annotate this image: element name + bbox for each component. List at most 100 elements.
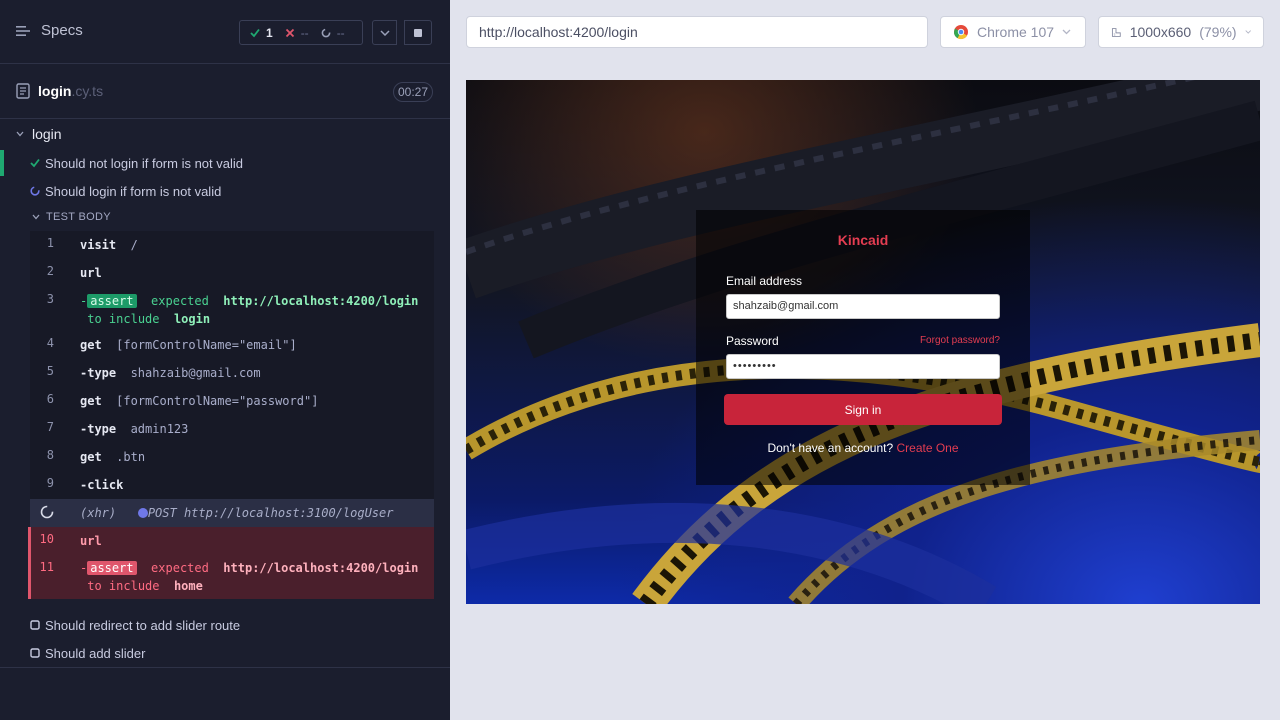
command-arg: /: [130, 238, 138, 252]
command-name: url: [80, 266, 102, 280]
test-item[interactable]: Should add slider: [0, 639, 450, 667]
assert-text: expected: [151, 561, 209, 575]
assert-value: home: [173, 579, 203, 593]
sign-in-button[interactable]: Sign in: [724, 394, 1002, 425]
pending-spinner-icon: [321, 28, 331, 37]
assert-badge: assert: [87, 561, 137, 575]
test-label: Should redirect to add slider route: [45, 618, 241, 633]
command-number: 2: [46, 264, 54, 278]
assert-value: http://localhost:4200/login: [223, 294, 419, 308]
spec-duration: 00:27: [393, 82, 433, 102]
password-field[interactable]: •••••••••: [726, 354, 1000, 379]
test-item[interactable]: Should redirect to add slider route: [0, 611, 450, 639]
signup-prompt: Don't have an account? Create One: [696, 441, 1030, 455]
command-log: 1 visit / 2 url 3 - assert expected http:…: [30, 231, 434, 599]
xhr-row[interactable]: (xhr) POST http://localhost:3100/logUser: [30, 499, 434, 527]
spec-ext: .cy.ts: [71, 83, 104, 99]
check-icon: [30, 158, 40, 168]
running-spinner-icon: [30, 186, 40, 196]
test-item[interactable]: Should not login if form is not valid: [0, 149, 450, 177]
xhr-status-dot: [137, 508, 148, 518]
chevron-down-icon: [16, 131, 24, 137]
pending-count: --: [336, 25, 345, 40]
test-label: Should not login if form is not valid: [45, 156, 243, 171]
command-name: visit: [80, 238, 117, 252]
command-number: 7: [46, 420, 54, 434]
failed-stat: --: [285, 26, 309, 40]
passed-stat: 1: [250, 26, 273, 40]
stats-summary: 1 -- --: [239, 20, 363, 45]
test-label: Should add slider: [45, 646, 146, 661]
reporter-panel: Specs 1 -- -- login.cy.ts 00:27 login Sh…: [0, 0, 450, 720]
xhr-url: http://localhost:3100/logUser: [183, 506, 394, 520]
pending-stat: --: [321, 26, 345, 40]
browser-name: Chrome 107: [977, 24, 1055, 40]
assert-text: to: [87, 579, 102, 593]
divider: [0, 667, 450, 668]
email-label: Email address: [726, 274, 803, 288]
command-row-failed[interactable]: 11 - assert expected http://localhost:420…: [30, 555, 434, 599]
stop-button[interactable]: [404, 20, 432, 45]
loading-spinner-icon: [40, 505, 54, 519]
test-body-label: TEST BODY: [46, 211, 111, 223]
email-field[interactable]: shahzaib@gmail.com: [726, 294, 1000, 319]
chrome-icon: [953, 25, 968, 40]
test-item[interactable]: Should login if form is not valid: [0, 177, 450, 205]
specs-menu-icon: [16, 25, 30, 36]
command-row-failed[interactable]: 10 url: [30, 527, 434, 555]
command-name: get: [80, 338, 102, 352]
viewport-info[interactable]: 1000x660 (79%): [1098, 16, 1264, 48]
assert-text: include: [108, 579, 160, 593]
command-name: -click: [80, 478, 124, 492]
command-name: url: [80, 534, 102, 548]
suite-title[interactable]: login: [16, 126, 62, 142]
chevron-down-icon: [32, 214, 40, 220]
password-label: Password: [726, 334, 779, 348]
collapse-button[interactable]: [372, 20, 397, 45]
app-preview: Kincaid Email address shahzaib@gmail.com…: [466, 80, 1260, 604]
assert-value: http://localhost:4200/login: [223, 561, 419, 575]
browser-selector[interactable]: Chrome 107: [940, 16, 1086, 48]
command-number: 1: [46, 236, 54, 250]
command-arg: admin123: [130, 422, 189, 436]
test-body-header[interactable]: TEST BODY: [32, 211, 111, 223]
command-arg: .btn: [116, 450, 146, 464]
suite-label: login: [32, 126, 62, 142]
command-name: get: [80, 394, 102, 408]
command-arg: [formControlName="password"]: [116, 394, 319, 408]
command-number: 11: [39, 560, 54, 574]
command-arg: shahzaib@gmail.com: [130, 366, 261, 380]
test-label: Should login if form is not valid: [45, 184, 222, 199]
passed-count: 1: [266, 25, 273, 40]
check-icon: [250, 28, 260, 37]
assert-text: to: [87, 312, 102, 326]
create-account-link[interactable]: Create One: [897, 441, 959, 455]
spec-title[interactable]: login.cy.ts: [16, 83, 103, 99]
command-number: 9: [46, 476, 54, 490]
chevron-down-icon: [1062, 29, 1071, 35]
url-bar[interactable]: http://localhost:4200/login: [466, 16, 928, 48]
pending-checkbox-icon: [30, 620, 40, 630]
xhr-method: POST: [147, 506, 177, 520]
document-icon: [16, 83, 30, 99]
spec-name: login: [38, 83, 72, 99]
brand-title: Kincaid: [837, 232, 889, 248]
chevron-down-icon: [379, 29, 390, 36]
assert-badge: assert: [87, 294, 137, 308]
x-icon: [285, 28, 294, 37]
command-arg: [formControlName="email"]: [116, 338, 297, 352]
specs-button[interactable]: Specs: [16, 22, 83, 39]
failed-indicator-bar: [28, 527, 31, 599]
forgot-password-link[interactable]: Forgot password?: [920, 335, 1000, 346]
command-number: 3: [46, 292, 54, 306]
assert-text: expected: [151, 294, 209, 308]
command-number: 6: [46, 392, 54, 406]
assert-value: login: [173, 312, 211, 326]
assert-text: include: [108, 312, 160, 326]
failed-count: --: [300, 25, 309, 40]
specs-label: Specs: [41, 22, 83, 39]
command-number: 10: [39, 532, 54, 546]
login-card: Kincaid Email address shahzaib@gmail.com…: [696, 210, 1030, 485]
viewport-zoom: (79%): [1199, 24, 1237, 40]
spec-header: login.cy.ts 00:27: [0, 64, 450, 119]
